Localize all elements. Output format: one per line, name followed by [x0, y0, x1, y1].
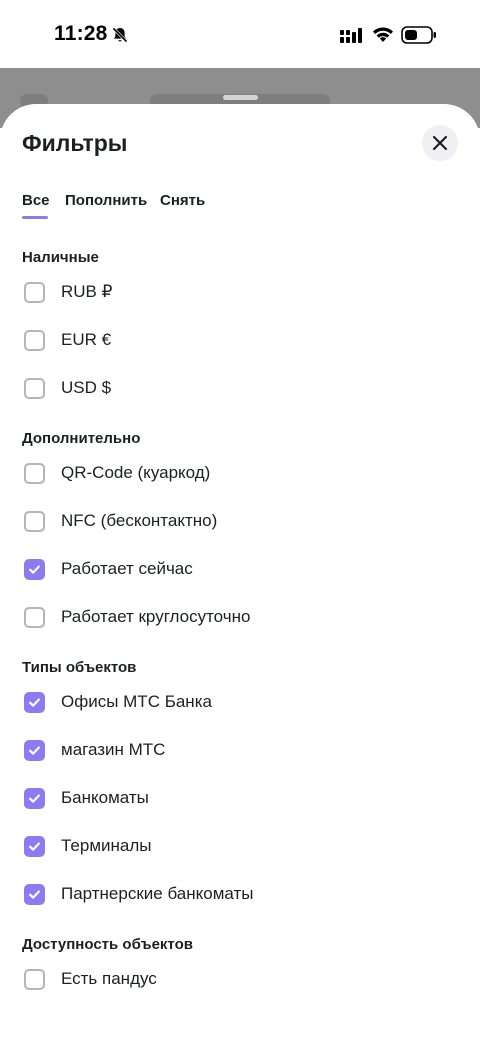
option-label: Есть пандус: [61, 969, 157, 988]
section-heading-additional: Дополнительно: [22, 430, 141, 447]
option-label: Работает сейчас: [61, 559, 193, 578]
sheet-grabber-handle[interactable]: [223, 95, 258, 100]
tab-all[interactable]: Все: [22, 192, 50, 219]
checkbox[interactable]: [24, 510, 45, 532]
tab-selected-indicator: [22, 216, 48, 219]
checkbox[interactable]: [24, 606, 45, 628]
checkbox[interactable]: [24, 691, 45, 713]
tab-label: Пополнить: [65, 192, 148, 209]
checkbox[interactable]: [24, 835, 45, 857]
bell-off-icon: [112, 27, 128, 43]
option-label: Работает круглосуточно: [61, 607, 251, 626]
option-mts-store[interactable]: магазин МТС: [24, 737, 165, 763]
option-usd[interactable]: USD $: [24, 375, 111, 401]
cellular-signal-icon: [340, 28, 362, 43]
checkmark-icon: [29, 746, 40, 755]
status-bar: 11:28: [0, 0, 480, 68]
checkbox[interactable]: [24, 739, 45, 761]
option-label: Офисы МТС Банка: [61, 692, 212, 711]
tab-label: Все: [22, 192, 50, 209]
checkmark-icon: [29, 890, 40, 899]
checkbox[interactable]: [24, 787, 45, 809]
option-open-now[interactable]: Работает сейчас: [24, 556, 193, 582]
section-heading-cash: Наличные: [22, 249, 99, 266]
filters-sheet: Фильтры Все Пополнить Снять Наличные RUB…: [0, 104, 480, 1043]
close-icon: [432, 135, 448, 151]
checkbox[interactable]: [24, 883, 45, 905]
option-ramp[interactable]: Есть пандус: [24, 966, 157, 992]
section-heading-object-types: Типы объектов: [22, 659, 137, 676]
tab-label: Снять: [160, 192, 206, 209]
option-label: NFC (бесконтактно): [61, 511, 218, 530]
wifi-icon: [373, 27, 393, 42]
option-nfc[interactable]: NFC (бесконтактно): [24, 508, 217, 534]
checkmark-icon: [29, 842, 40, 851]
option-terminals[interactable]: Терминалы: [24, 833, 152, 859]
checkbox[interactable]: [24, 462, 45, 484]
option-partner-atms[interactable]: Партнерские банкоматы: [24, 881, 254, 907]
option-qr-code[interactable]: QR-Code (куаркод): [24, 460, 210, 486]
sheet-title: Фильтры: [22, 130, 128, 156]
checkbox[interactable]: [24, 377, 45, 399]
checkbox[interactable]: [24, 968, 45, 990]
option-label: EUR €: [61, 330, 112, 349]
option-label: Терминалы: [61, 836, 152, 855]
option-label: Партнерские банкоматы: [61, 884, 254, 903]
option-label: QR-Code (куаркод): [61, 463, 211, 482]
checkbox[interactable]: [24, 281, 45, 303]
checkmark-icon: [29, 698, 40, 707]
option-eur[interactable]: EUR €: [24, 327, 111, 353]
option-rub[interactable]: RUB ₽: [24, 279, 112, 305]
option-open-24h[interactable]: Работает круглосуточно: [24, 604, 250, 630]
checkmark-icon: [29, 565, 40, 574]
option-label: RUB ₽: [61, 282, 113, 301]
tab-withdraw[interactable]: Снять: [160, 192, 205, 218]
close-button[interactable]: [422, 125, 458, 161]
checkmark-icon: [29, 794, 40, 803]
option-mts-bank-offices[interactable]: Офисы МТС Банка: [24, 689, 212, 715]
tab-top-up[interactable]: Пополнить: [65, 192, 147, 218]
checkbox[interactable]: [24, 558, 45, 580]
section-heading-accessibility: Доступность объектов: [22, 936, 193, 953]
option-label: Банкоматы: [61, 788, 149, 807]
option-label: USD $: [61, 378, 112, 397]
status-time: 11:28: [54, 22, 108, 45]
option-label: магазин МТС: [61, 740, 166, 759]
option-atms[interactable]: Банкоматы: [24, 785, 149, 811]
checkbox[interactable]: [24, 329, 45, 351]
battery-icon: [401, 26, 436, 44]
